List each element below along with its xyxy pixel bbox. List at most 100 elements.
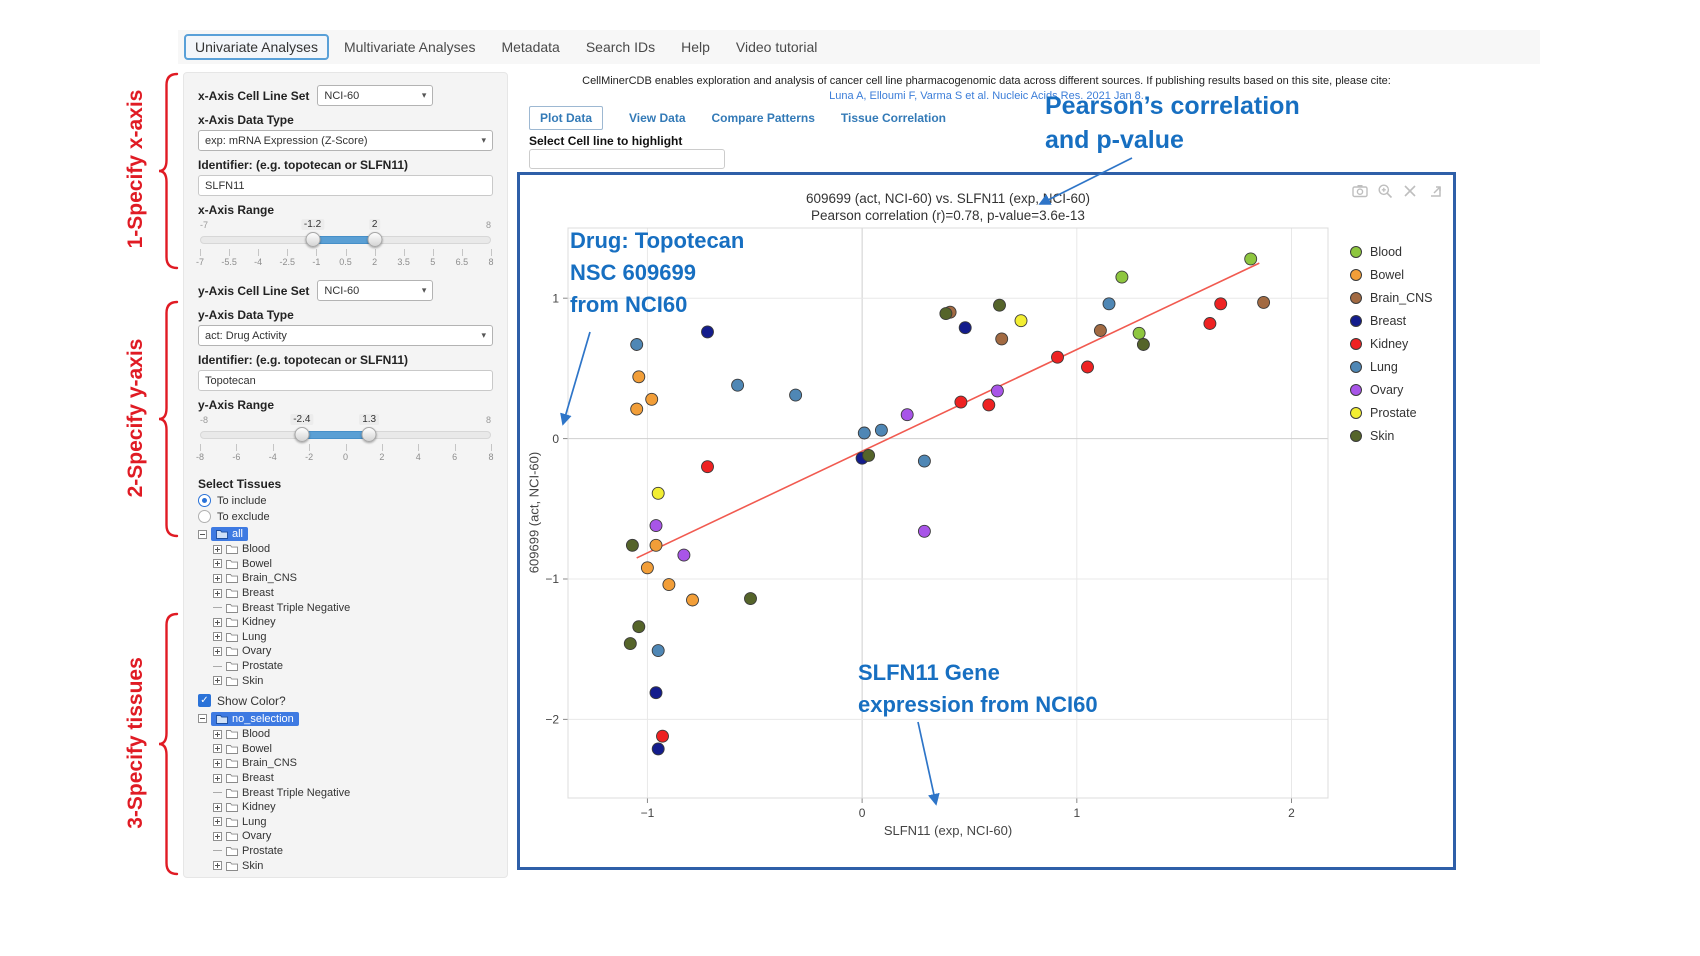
nav-tab-metadata[interactable]: Metadata [490,34,570,60]
legend-item-skin[interactable]: Skin [1350,429,1433,443]
y-identifier-input[interactable] [198,370,493,391]
tree-item-skin[interactable]: Skin [213,858,493,873]
slider-tick [346,444,347,451]
tree-item-label: Prostate [242,660,283,672]
x-axis-range-slider[interactable]: -78-1.22-7-5.5-4-2.5-10.523.556.58 [200,220,491,270]
tree-item-breast[interactable]: Breast [213,586,493,601]
legend-item-brain-cns[interactable]: Brain_CNS [1350,291,1433,305]
legend-item-ovary[interactable]: Ovary [1350,383,1433,397]
highlight-cell-line-input[interactable] [529,149,725,169]
slider-tick-label: -5.5 [221,257,237,267]
legend-item-prostate[interactable]: Prostate [1350,406,1433,420]
tree-root-no-selection[interactable]: no_selection [211,712,299,726]
reset-axes-icon[interactable] [1427,183,1443,199]
tree-expand-icon[interactable] [213,744,222,753]
tree-item-lung[interactable]: Lung [213,630,493,645]
tree-expand-icon[interactable] [213,803,222,812]
tree-expand-icon[interactable] [213,632,222,641]
nav-tab-video-tutorial[interactable]: Video tutorial [725,34,828,60]
radio-unselected-icon [198,510,211,523]
tree-item-ovary[interactable]: Ovary [213,644,493,659]
legend-label: Skin [1370,429,1394,443]
tree-item-breast[interactable]: Breast [213,771,493,786]
folder-icon [216,714,228,724]
tree-expand-icon[interactable] [213,759,222,768]
y-data-type-select[interactable]: act: Drug Activity ▾ [198,325,493,346]
legend-item-kidney[interactable]: Kidney [1350,337,1433,351]
slider-tick [375,249,376,256]
tree-item-blood[interactable]: Blood [213,727,493,742]
citation-link[interactable]: Luna A, Elloumi F, Varma S et al. Nuclei… [517,89,1456,104]
slider-selected-range[interactable] [302,431,369,439]
tree-item-blood[interactable]: Blood [213,542,493,557]
radio-to-exclude[interactable]: To exclude [198,510,493,523]
slider-handle-to[interactable] [367,232,382,247]
y-data-type-value: act: Drug Activity [205,330,287,342]
citation-text: CellMinerCDB enables exploration and ana… [517,74,1456,89]
tree-item-kidney[interactable]: Kidney [213,800,493,815]
x-cell-line-set-label: x-Axis Cell Line Set [198,89,309,103]
nav-tab-univariate-analyses[interactable]: Univariate Analyses [184,34,329,60]
y-axis-range-slider[interactable]: -88-2.41.3-8-6-4-202468 [200,415,491,465]
tree-item-breast-triple-negative[interactable]: Breast Triple Negative [213,600,493,615]
tree-item-bowel[interactable]: Bowel [213,557,493,572]
tree-expand-icon[interactable] [213,574,222,583]
tree-item-label: Breast Triple Negative [242,602,350,614]
x-cell-line-set-select[interactable]: NCI-60 ▾ [317,85,433,106]
tree-expand-icon[interactable] [213,647,222,656]
tree-leaf-dash [213,792,222,793]
legend-item-blood[interactable]: Blood [1350,245,1433,259]
tab-compare-patterns[interactable]: Compare Patterns [712,111,815,125]
tree-item-bowel[interactable]: Bowel [213,742,493,757]
tab-view-data[interactable]: View Data [629,111,685,125]
tab-plot-data[interactable]: Plot Data [529,106,603,130]
slider-handle-to[interactable] [362,427,377,442]
show-color-row[interactable]: ✓ Show Color? [198,694,493,708]
tree-item-prostate[interactable]: Prostate [213,844,493,859]
tree-expand-icon[interactable] [213,559,222,568]
legend-marker [1350,384,1362,396]
camera-icon[interactable] [1352,183,1368,199]
slider-handle-from[interactable] [294,427,309,442]
tree-root-all[interactable]: all [211,527,248,541]
tree-expand-icon[interactable] [213,618,222,627]
pan-cross-icon[interactable] [1402,183,1418,199]
legend-marker [1350,315,1362,327]
radio-to-include[interactable]: To include [198,494,493,507]
svg-text:1: 1 [552,291,559,305]
tree-item-breast-triple-negative[interactable]: Breast Triple Negative [213,785,493,800]
legend-item-breast[interactable]: Breast [1350,314,1433,328]
tree-expand-icon[interactable] [213,817,222,826]
slider-to-value: 2 [369,219,381,230]
x-data-type-select[interactable]: exp: mRNA Expression (Z-Score) ▾ [198,130,493,151]
tree-collapse-icon[interactable] [198,714,207,723]
tree-item-brain-cns[interactable]: Brain_CNS [213,571,493,586]
tree-expand-icon[interactable] [213,832,222,841]
zoom-in-icon[interactable] [1377,183,1393,199]
tree-item-skin[interactable]: Skin [213,673,493,688]
x-identifier-input[interactable] [198,175,493,196]
tree-collapse-icon[interactable] [198,530,207,539]
slider-selected-range[interactable] [313,236,375,244]
tab-tissue-correlation[interactable]: Tissue Correlation [841,111,946,125]
tree-expand-icon[interactable] [213,774,222,783]
tree-item-prostate[interactable]: Prostate [213,659,493,674]
legend-item-bowel[interactable]: Bowel [1350,268,1433,282]
slider-handle-from[interactable] [305,232,320,247]
tree-expand-icon[interactable] [213,730,222,739]
y-identifier-label: Identifier: (e.g. topotecan or SLFN11) [198,353,493,367]
tree-item-lung[interactable]: Lung [213,815,493,830]
legend-item-lung[interactable]: Lung [1350,360,1433,374]
tree-item-ovary[interactable]: Ovary [213,829,493,844]
nav-tab-multivariate-analyses[interactable]: Multivariate Analyses [333,34,487,60]
nav-tab-search-ids[interactable]: Search IDs [575,34,666,60]
legend-marker [1350,269,1362,281]
tree-item-brain-cns[interactable]: Brain_CNS [213,756,493,771]
tree-expand-icon[interactable] [213,589,222,598]
nav-tab-help[interactable]: Help [670,34,721,60]
tree-expand-icon[interactable] [213,676,222,685]
y-cell-line-set-select[interactable]: NCI-60 ▾ [317,280,433,301]
tree-item-kidney[interactable]: Kidney [213,615,493,630]
tree-expand-icon[interactable] [213,545,222,554]
tree-expand-icon[interactable] [213,861,222,870]
